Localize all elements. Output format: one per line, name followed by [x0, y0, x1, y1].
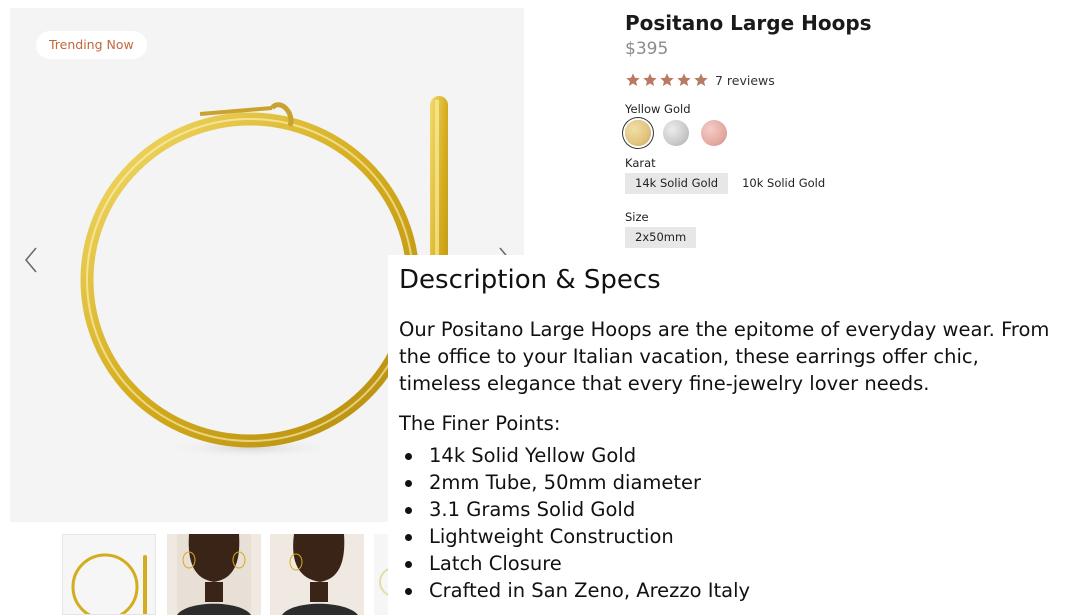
list-item: 3.1 Grams Solid Gold [399, 496, 1055, 523]
product-info-panel: Positano Large Hoops $395 7 reviews Yell… [625, 10, 1045, 248]
swatch-rose-gold[interactable] [701, 120, 727, 146]
list-item-text: Latch Closure [429, 552, 562, 575]
star-rating [625, 72, 709, 88]
size-option-2x50mm[interactable]: 2x50mm [625, 227, 697, 248]
swatch-white-gold[interactable] [663, 120, 689, 146]
list-item-text: Crafted in San Zeno, Arezzo Italy [429, 579, 751, 602]
karat-label: Karat [625, 156, 656, 170]
bullet-icon [405, 480, 412, 487]
list-item-text: 3.1 Grams Solid Gold [429, 498, 636, 521]
description-specs-panel: Description & Specs Our Positano Large H… [388, 255, 1065, 615]
star-icon [643, 73, 657, 86]
chevron-left-icon [25, 247, 37, 273]
bullet-icon [405, 507, 412, 514]
list-item: Crafted in San Zeno, Arezzo Italy [399, 577, 1055, 604]
reviews-link[interactable]: 7 reviews [715, 73, 775, 88]
metal-swatches [625, 120, 727, 146]
finer-points-title: The Finer Points: [399, 412, 561, 435]
star-icon [626, 73, 640, 86]
bullet-icon [405, 534, 412, 541]
list-item-text: 14k Solid Yellow Gold [429, 444, 637, 467]
bullet-icon [405, 588, 412, 595]
size-options: 2x50mm [625, 227, 697, 248]
bullet-icon [405, 453, 412, 460]
star-icon [694, 73, 708, 86]
model-thumb-image [167, 534, 261, 615]
trending-badge: Trending Now [36, 31, 147, 59]
finer-points-list: 14k Solid Yellow Gold 2mm Tube, 50mm dia… [399, 442, 1055, 604]
list-item: 14k Solid Yellow Gold [399, 442, 1055, 469]
size-label: Size [625, 210, 649, 224]
karat-option-10k[interactable]: 10k Solid Gold [732, 173, 835, 194]
product-title: Positano Large Hoops [625, 11, 872, 35]
product-price: $395 [625, 39, 669, 59]
metal-label: Yellow Gold [625, 102, 691, 116]
list-item: Latch Closure [399, 550, 1055, 577]
thumbnail-model-angle[interactable] [270, 534, 364, 615]
list-item-text: Lightweight Construction [429, 525, 674, 548]
prev-image-button[interactable] [20, 244, 44, 276]
thumbnail-hoop[interactable] [62, 534, 156, 615]
karat-options: 14k Solid Gold 10k Solid Gold [625, 173, 835, 194]
model-angle-thumb-image [270, 534, 364, 615]
list-item: Lightweight Construction [399, 523, 1055, 550]
star-icon [677, 73, 691, 86]
description-body: Our Positano Large Hoops are the epitome… [399, 318, 1050, 395]
thumbnail-model-front[interactable] [167, 534, 261, 615]
swatch-yellow-gold[interactable] [625, 120, 651, 146]
list-item-text: 2mm Tube, 50mm diameter [429, 471, 702, 494]
rating-row: 7 reviews [625, 70, 1045, 90]
list-item: 2mm Tube, 50mm diameter [399, 469, 1055, 496]
star-icon [660, 73, 674, 86]
karat-option-14k[interactable]: 14k Solid Gold [625, 173, 729, 194]
bullet-icon [405, 561, 412, 568]
hoop-thumb-image [71, 553, 147, 614]
description-heading: Description & Specs [399, 265, 661, 295]
